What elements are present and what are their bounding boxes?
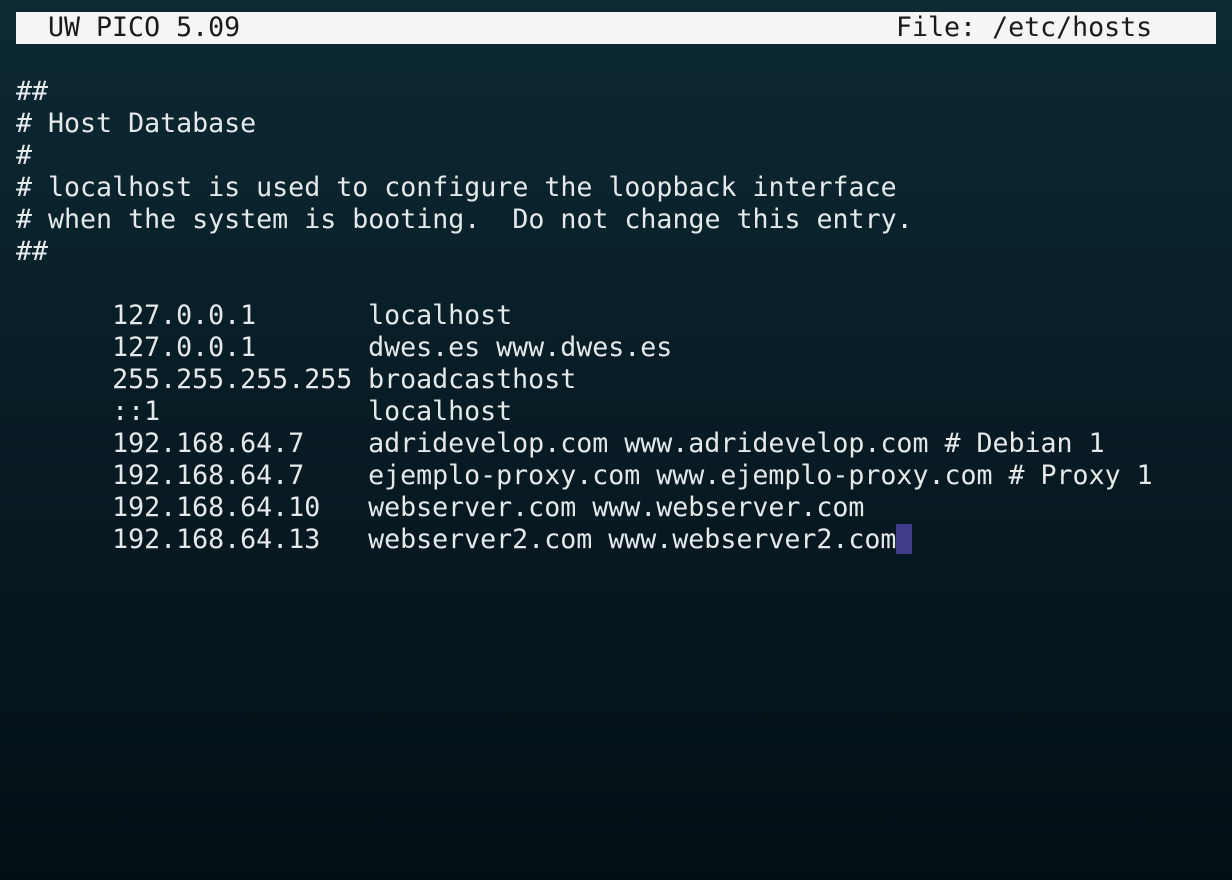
host-entry-line: 192.168.64.7 adridevelop.com www.adrideve… [16, 396, 1216, 459]
comment-line: # [16, 140, 33, 171]
host-entry-line: 255.255.255.255 broadcasthost [16, 332, 1216, 395]
host-entry-line: 192.168.64.13 webserver2.com www.webserve… [16, 492, 1216, 555]
editor-text-area[interactable]: ## # Host Database # # localhost is used… [16, 76, 1216, 555]
host-entry-line: 127.0.0.1 dwes.es www.dwes.es [16, 300, 1216, 363]
host-entry-line: ::1 localhost [16, 364, 1216, 427]
editor-app-name: UW PICO 5.09 [48, 12, 241, 43]
comment-line: ## [16, 76, 49, 107]
comment-line: # when the system is booting. Do not cha… [16, 204, 913, 235]
host-entry-names: webserver2.com www.webserver2.com [368, 524, 897, 555]
terminal-window: UW PICO 5.09 File: /etc/hosts ## # Host … [16, 12, 1216, 872]
host-entry-line: 127.0.0.1 localhost [16, 268, 1216, 331]
editor-title-bar: UW PICO 5.09 File: /etc/hosts [16, 12, 1216, 44]
text-cursor [896, 523, 913, 554]
host-entry-line: 192.168.64.7 ejemplo-proxy.com www.ejempl… [16, 428, 1216, 491]
comment-line: ## [16, 236, 49, 267]
comment-line: # Host Database [16, 108, 257, 139]
comment-line: # localhost is used to configure the loo… [16, 172, 897, 203]
host-entry-line: 192.168.64.10 webserver.com www.webserver… [16, 460, 1216, 523]
host-entry-ip: 192.168.64.13 [112, 524, 321, 555]
editor-file-name: File: /etc/hosts [896, 12, 1153, 43]
